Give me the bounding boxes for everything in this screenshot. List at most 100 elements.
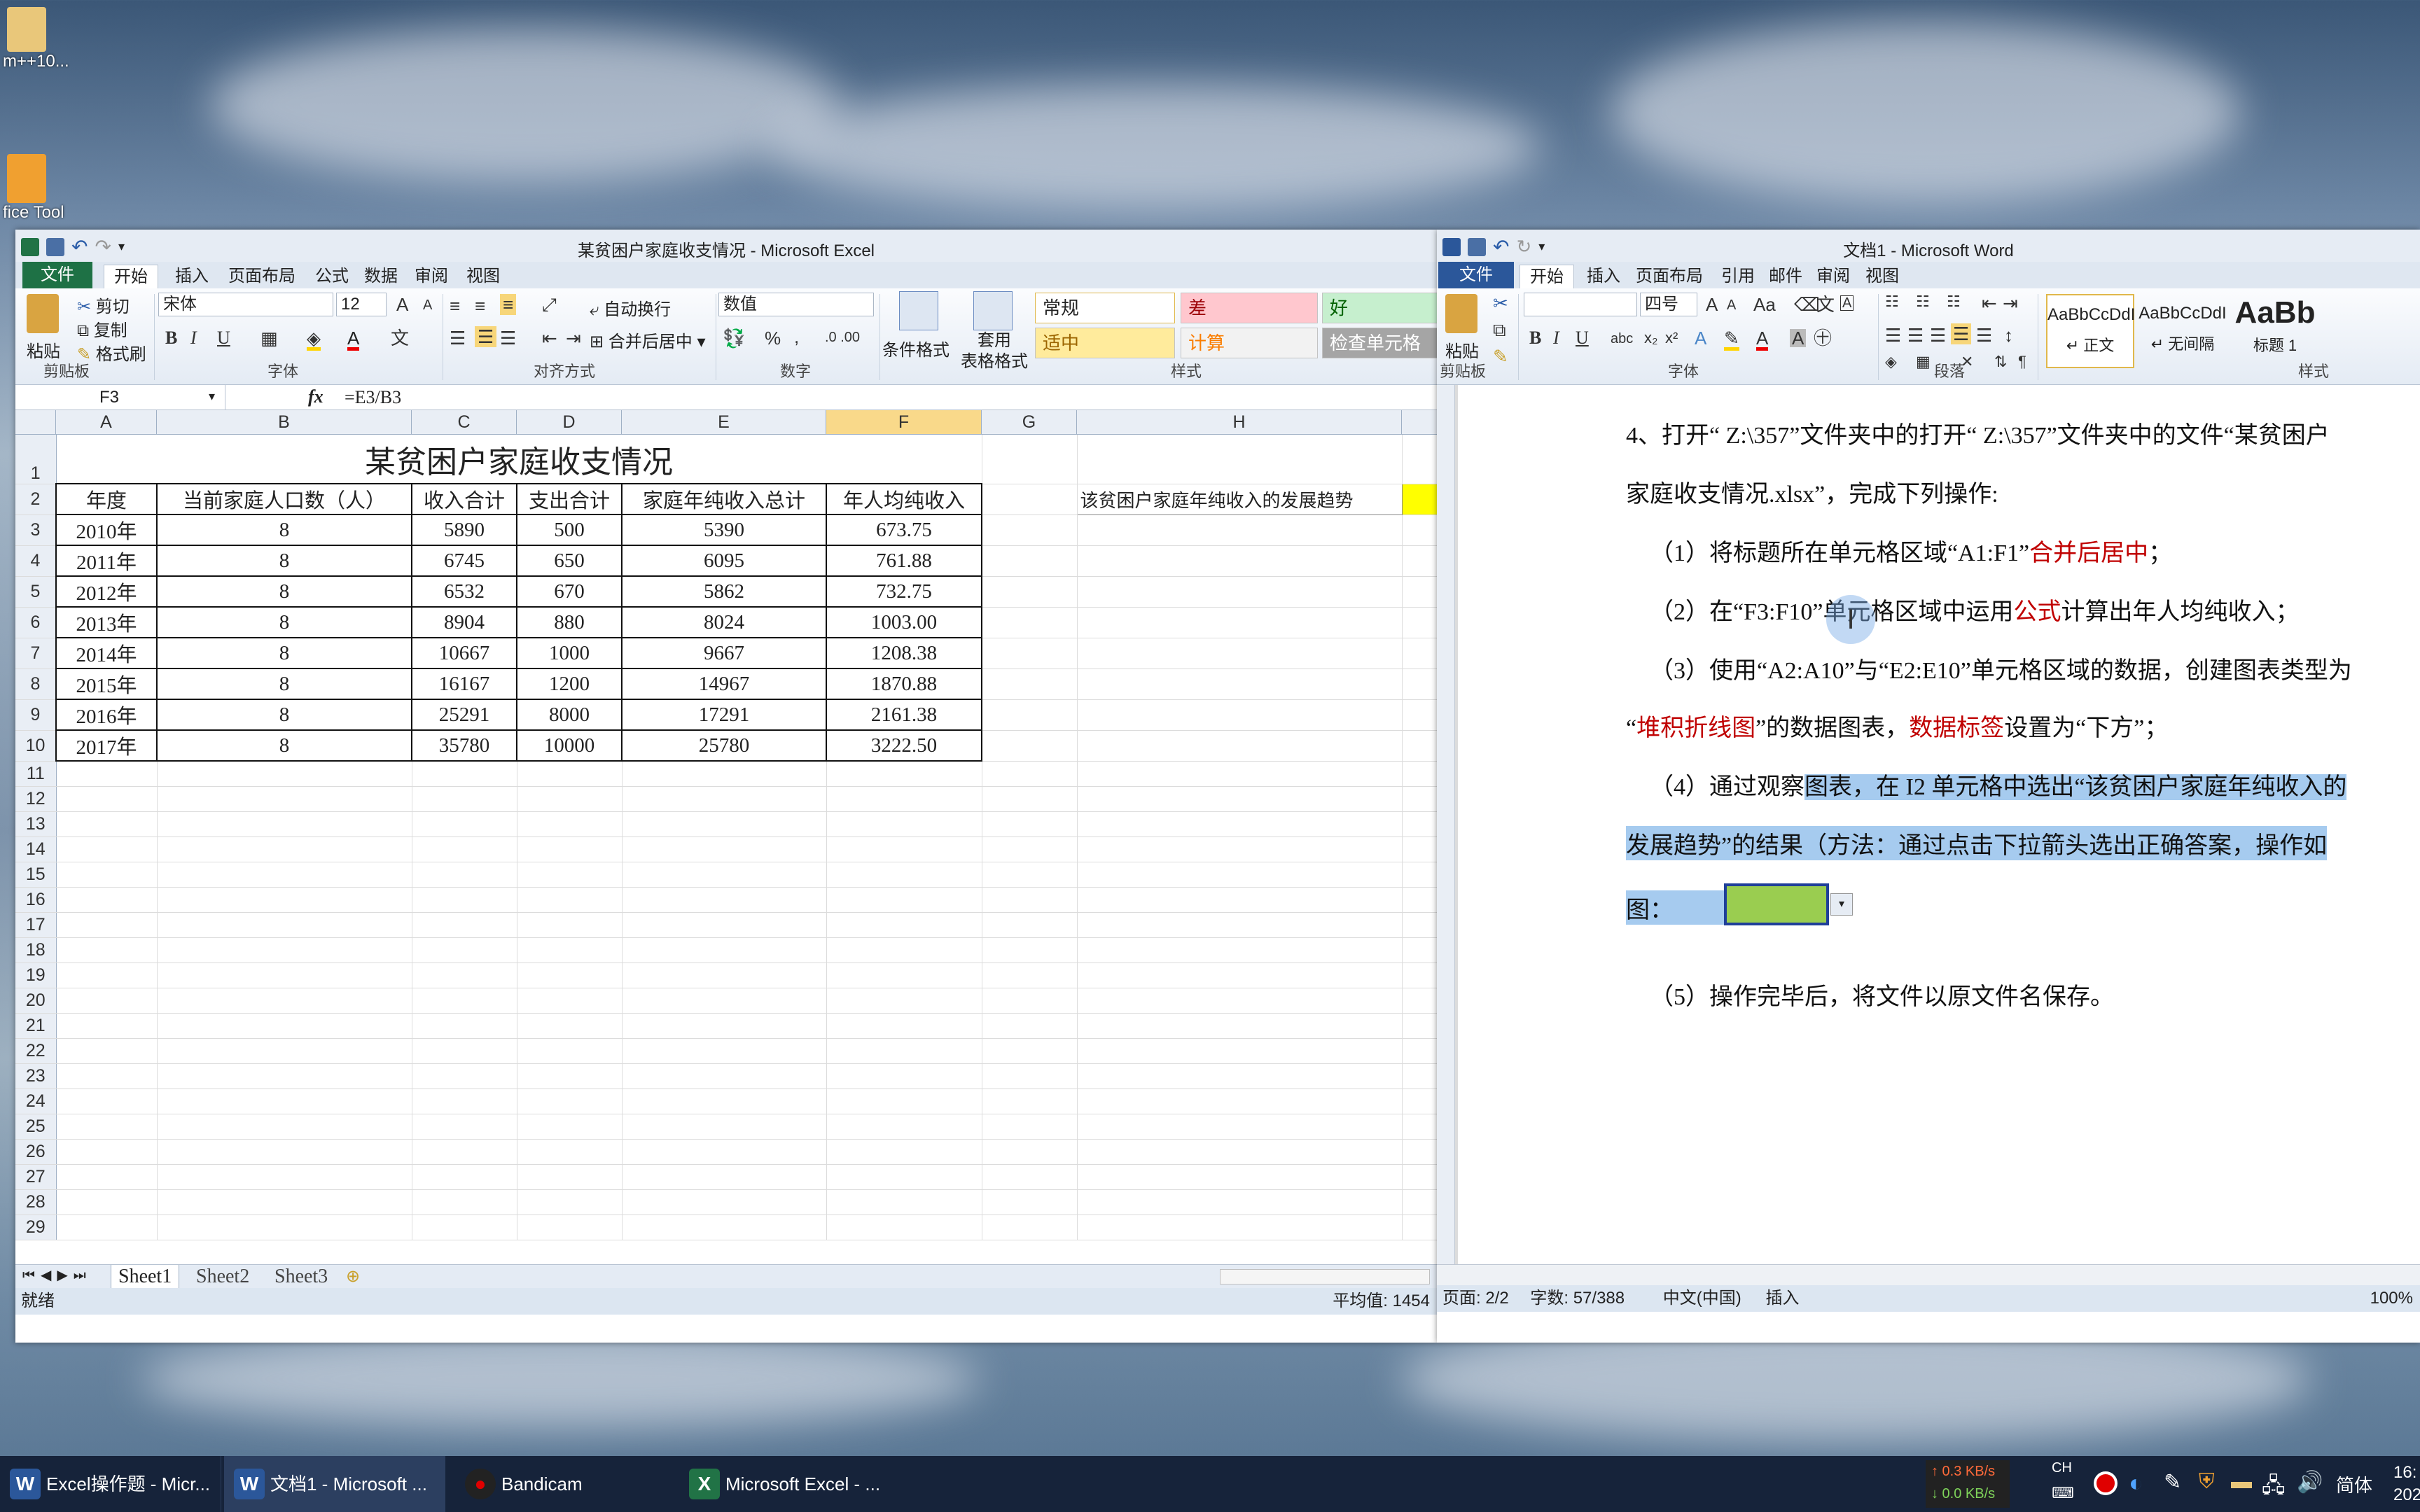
increase-indent-icon[interactable]: ⇥ [566, 329, 581, 347]
row-header[interactable]: 10 [15, 730, 57, 762]
enclose-char-icon[interactable]: ㊉ [1814, 329, 1832, 347]
cell[interactable]: 6745 [411, 545, 517, 577]
cell[interactable]: 2014年 [55, 637, 158, 669]
sort-icon[interactable]: ⇅ [1994, 354, 2007, 370]
row-header[interactable]: 13 [15, 811, 57, 837]
copy-button[interactable]: ⧉ 复制 [77, 316, 127, 341]
tab-review[interactable]: 审阅 [405, 265, 458, 288]
taskbar-item-word-exam[interactable]: W Excel操作题 - Micr... [0, 1456, 221, 1512]
cell[interactable] [1077, 638, 1403, 669]
font-name-select[interactable] [1524, 293, 1637, 316]
cell[interactable]: 5390 [621, 514, 827, 546]
align-center-icon[interactable]: ☰ [475, 326, 497, 347]
phonetic-icon[interactable]: 文 [1816, 295, 1835, 314]
tab-formulas[interactable]: 公式 [305, 265, 359, 288]
cell[interactable]: 8 [156, 606, 412, 638]
tab-home[interactable]: 开始 [104, 265, 158, 288]
app-tray-icon[interactable]: ◐ [2129, 1470, 2143, 1497]
cell[interactable] [982, 514, 1078, 546]
bold-button[interactable]: B [1529, 329, 1541, 347]
number-format-select[interactable]: 数值 [718, 293, 874, 316]
align-right-icon[interactable]: ☰ [500, 329, 516, 347]
shrink-font-icon[interactable]: A [423, 298, 432, 312]
row-header[interactable]: 3 [15, 514, 57, 546]
folder-tray-icon[interactable]: ▬ [2231, 1470, 2252, 1494]
status-page[interactable]: 页面: 2/2 [1442, 1289, 1509, 1308]
tab-view[interactable]: 视图 [1856, 265, 1909, 288]
cell[interactable]: 3222.50 [825, 729, 983, 762]
document-page[interactable]: 4、打开“ Z:\357”文件夹中的打开“ Z:\357”文件夹中的文件“某贫困… [1458, 385, 2420, 1264]
tab-file[interactable]: 文件 [22, 262, 92, 288]
shrink-font-icon[interactable]: A [1727, 298, 1736, 312]
text-effect-icon[interactable]: A [1695, 329, 1706, 347]
security-icon[interactable]: ⛨ [2199, 1470, 2215, 1494]
status-language[interactable]: 中文(中国) [1663, 1289, 1741, 1308]
header-cell[interactable]: 年度 [55, 483, 158, 515]
taskbar-item-word-doc[interactable]: W 文档1 - Microsoft ... [224, 1456, 445, 1512]
align-left-icon[interactable]: ☰ [1885, 326, 1901, 344]
network-icon[interactable]: 🖧 [2262, 1470, 2285, 1506]
paste-icon[interactable] [1445, 294, 1477, 333]
increase-indent-icon[interactable]: ⇥ [2003, 294, 2018, 312]
cell[interactable]: 761.88 [825, 545, 983, 577]
cell[interactable]: 1000 [516, 637, 623, 669]
status-insert-mode[interactable]: 插入 [1765, 1289, 1799, 1308]
cell[interactable] [982, 435, 1078, 484]
cell[interactable]: 25291 [411, 699, 517, 731]
bullets-icon[interactable]: ☷ [1885, 294, 1899, 309]
zoom-level[interactable]: 100% [2370, 1285, 2413, 1312]
cell[interactable] [982, 607, 1078, 638]
style-normal[interactable]: AaBbCcDdI ↵ 正文 [2046, 294, 2135, 368]
cell[interactable]: 16167 [411, 668, 517, 700]
tab-review[interactable]: 审阅 [1807, 265, 1860, 288]
row-header[interactable]: 7 [15, 638, 57, 669]
align-middle-icon[interactable]: ≡ [475, 297, 485, 315]
underline-button[interactable]: U [1576, 329, 1589, 347]
cell[interactable] [982, 638, 1078, 669]
row-header[interactable]: 9 [15, 699, 57, 731]
cell[interactable]: 35780 [411, 729, 517, 762]
cell[interactable] [1077, 730, 1403, 762]
percent-button[interactable]: % [765, 329, 781, 347]
cell[interactable] [1402, 668, 1437, 700]
row-header[interactable]: 22 [15, 1038, 57, 1064]
row-header[interactable]: 15 [15, 862, 57, 888]
cell[interactable]: 650 [516, 545, 623, 577]
underline-button[interactable]: U [217, 329, 230, 347]
keyboard-icon[interactable]: ⌨ [2052, 1484, 2074, 1502]
name-box-dropdown-icon[interactable]: ▾ [209, 389, 215, 404]
column-header-c[interactable]: C [412, 410, 517, 435]
cell[interactable]: 5862 [621, 575, 827, 608]
row-header[interactable]: 5 [15, 576, 57, 608]
clock[interactable]: 16: 202 [2393, 1462, 2420, 1506]
row-header[interactable]: 2 [15, 484, 57, 515]
header-cell[interactable]: 当前家庭人口数（人） [156, 483, 412, 515]
cell[interactable]: 10000 [516, 729, 623, 762]
tab-mailings[interactable]: 邮件 [1759, 265, 1812, 288]
formula-input[interactable]: =E3/B3 [345, 387, 401, 408]
cell[interactable] [1402, 607, 1437, 638]
align-top-icon[interactable]: ≡ [450, 297, 460, 315]
cell[interactable] [1402, 514, 1437, 546]
row-header[interactable]: 26 [15, 1139, 57, 1165]
row-header[interactable]: 23 [15, 1063, 57, 1089]
cell[interactable] [1077, 514, 1403, 546]
align-right-icon[interactable]: ☰ [1930, 326, 1946, 344]
show-marks-icon[interactable]: ¶ [2018, 354, 2026, 370]
row-header[interactable]: 8 [15, 668, 57, 700]
cell[interactable] [1402, 699, 1437, 731]
change-case-icon[interactable]: Aa [1753, 295, 1776, 314]
row-header[interactable]: 20 [15, 988, 57, 1014]
cell[interactable]: 2010年 [55, 514, 158, 546]
row-header[interactable]: 18 [15, 937, 57, 963]
cell[interactable]: 8 [156, 668, 412, 700]
cell[interactable]: 8 [156, 637, 412, 669]
brush-icon[interactable]: ✎ [1493, 347, 1508, 365]
copy-icon[interactable]: ⧉ [1493, 321, 1506, 339]
strikethrough-icon[interactable]: abc [1611, 332, 1633, 346]
tab-insert[interactable]: 插入 [1577, 265, 1630, 288]
tab-file[interactable]: 文件 [1438, 262, 1514, 288]
cell-style-check[interactable]: 检查单元格 [1322, 328, 1437, 358]
wrap-text-button[interactable]: ⤶ 自动换行 [590, 295, 671, 320]
cell[interactable] [1077, 576, 1403, 608]
